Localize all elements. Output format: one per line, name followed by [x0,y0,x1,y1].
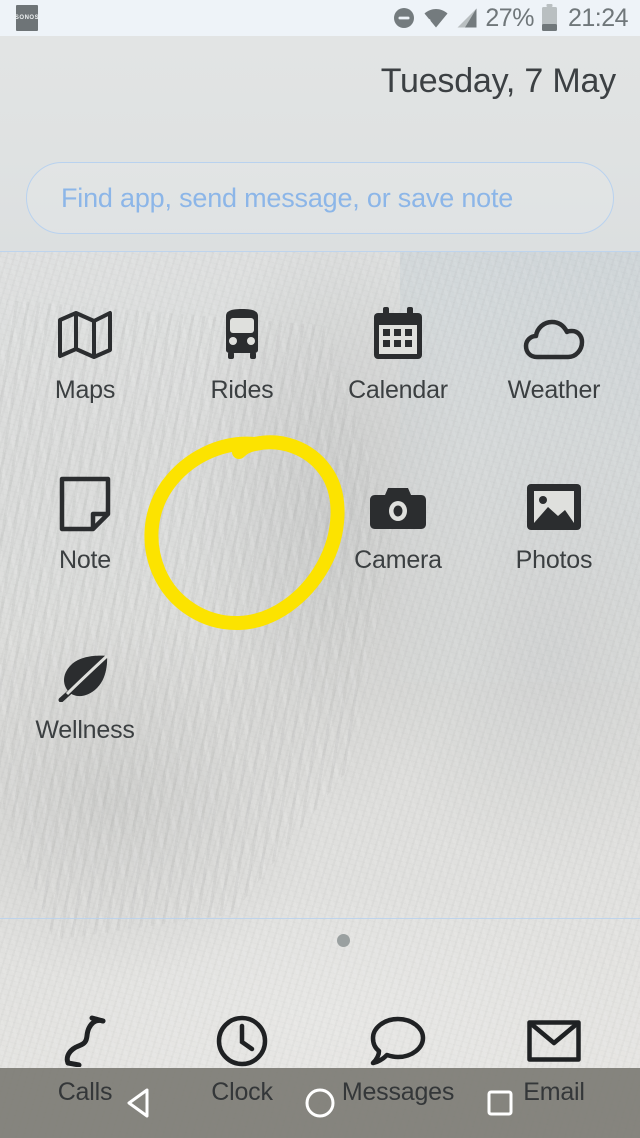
header-divider [0,251,640,252]
app-calendar[interactable]: Calendar [320,288,476,405]
clock-icon [216,1010,268,1072]
page-title: Tuesday, 7 May [380,62,617,100]
app-label: Photos [515,546,593,574]
dock-label: Clock [211,1078,273,1106]
status-bar[interactable]: SONOS 27% 21:24 [0,0,640,36]
battery-icon [541,4,557,31]
app-maps[interactable]: Maps [7,288,163,405]
cellular-signal-icon [457,8,477,28]
page-indicator-dot[interactable] [337,934,350,947]
chat-bubble-icon [370,1010,426,1072]
app-label: Maps [54,376,116,404]
status-bar-clock: 21:24 [567,3,629,32]
calendar-icon [371,288,425,362]
leaf-icon [57,628,113,702]
wifi-icon [424,9,448,28]
dock-divider [0,918,640,919]
map-icon [57,288,113,362]
app-note[interactable]: Note [7,458,163,575]
battery-percent-label: 27% [485,3,534,32]
search-placeholder: Find app, send message, or save note [61,182,514,213]
app-camera[interactable]: Camera [320,458,476,575]
app-rides[interactable]: Rides [164,288,320,405]
phone-icon [59,1010,111,1072]
dock-label: Calls [57,1078,113,1106]
dock-label: Email [523,1078,585,1106]
android-home-screen: SONOS 27% 21:24 Tuesday, 7 May Find app,… [0,0,640,1138]
app-label: Note [58,546,111,574]
note-icon [59,458,111,532]
app-row-2: Note Camera Photos [0,458,640,628]
app-row-3: Wellness [0,628,640,798]
back-triangle-icon[interactable] [122,1085,158,1121]
photos-icon [525,458,583,532]
app-row-1: Maps Rides Calendar Weather [0,288,640,458]
recents-square-icon[interactable] [484,1087,516,1119]
envelope-icon [527,1010,581,1072]
app-label: Calendar [348,376,448,404]
app-label: Wellness [35,716,135,744]
app-weather[interactable]: Weather [476,288,632,405]
app-photos[interactable]: Photos [476,458,632,575]
sonos-app-icon[interactable]: SONOS [14,5,40,31]
do-not-disturb-icon [394,8,415,28]
app-wellness[interactable]: Wellness [7,628,163,745]
cloud-icon [523,288,585,362]
app-label: Camera [354,546,442,574]
dock-item-messages[interactable]: Messages [320,1010,476,1107]
app-label: Rides [210,376,274,404]
sonos-icon-label: SONOS [14,15,40,21]
app-label: Weather [507,376,601,404]
camera-icon [369,458,427,532]
home-circle-icon[interactable] [303,1086,337,1120]
status-bar-icons: 27% 21:24 [392,3,629,33]
bus-icon [214,288,270,362]
home-header: Tuesday, 7 May Find app, send message, o… [0,36,640,252]
search-input[interactable]: Find app, send message, or save note [26,162,614,234]
dock-label: Messages [341,1078,455,1106]
